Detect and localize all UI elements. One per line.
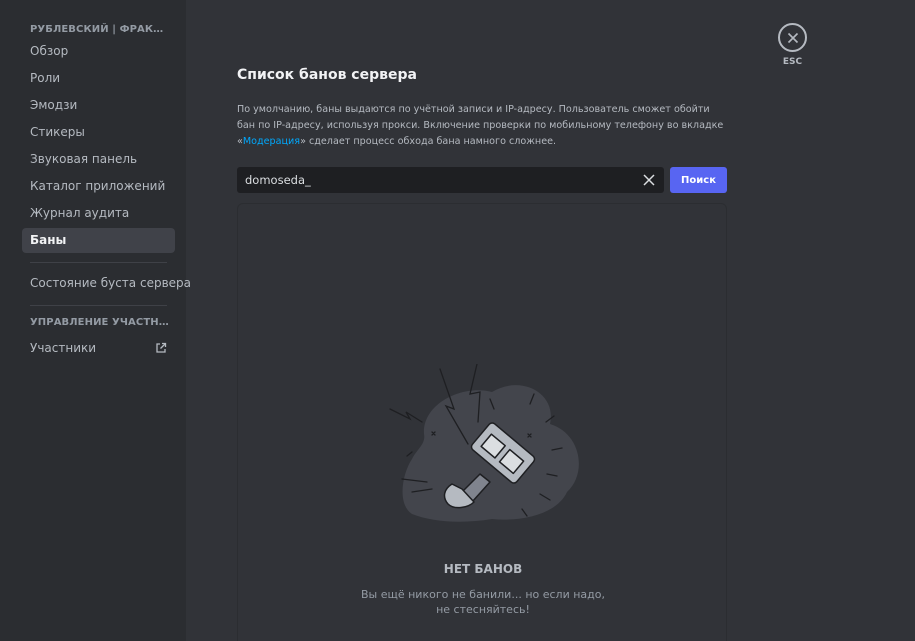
sidebar-list: Обзор Роли Эмодзи Стикеры Звуковая панел… bbox=[22, 39, 176, 253]
sidebar-divider bbox=[30, 305, 167, 306]
empty-state-text: Вы ещё никого не банили... но если надо,… bbox=[238, 587, 728, 617]
sidebar-item-soundboard[interactable]: Звуковая панель bbox=[22, 147, 175, 172]
sidebar-item-overview[interactable]: Обзор bbox=[22, 39, 175, 64]
sidebar-item-audit-log[interactable]: Журнал аудита bbox=[22, 201, 175, 226]
close-settings: ESC bbox=[778, 23, 807, 67]
empty-state-line-1: Вы ещё никого не банили... но если надо, bbox=[360, 588, 605, 601]
ban-search-bar bbox=[237, 167, 664, 193]
close-button[interactable] bbox=[778, 23, 807, 52]
sidebar-item-members[interactable]: Участники bbox=[22, 336, 175, 361]
empty-state-line-2: не стесняйтесь! bbox=[436, 603, 530, 616]
ban-list-panel: НЕТ БАНОВ Вы ещё никого не банили... но … bbox=[237, 203, 727, 641]
ban-hammer-illustration bbox=[389, 364, 579, 522]
empty-state-title: НЕТ БАНОВ bbox=[443, 562, 523, 576]
sidebar-item-app-directory[interactable]: Каталог приложений bbox=[22, 174, 175, 199]
search-button[interactable]: Поиск bbox=[670, 167, 727, 193]
page-description: По умолчанию, баны выдаются по учётной з… bbox=[237, 102, 727, 150]
settings-sidebar: РУБЛЕВСКИЙ | ФРАКЦИИ Обзор Роли Эмодзи С… bbox=[0, 0, 191, 641]
sidebar-item-emoji[interactable]: Эмодзи bbox=[22, 93, 175, 118]
external-link-icon bbox=[156, 342, 167, 353]
close-icon bbox=[787, 32, 798, 43]
server-name-header: РУБЛЕВСКИЙ | ФРАКЦИИ bbox=[30, 24, 172, 35]
description-text-end: » сделает процесс обхода бана намного сл… bbox=[300, 136, 557, 147]
sidebar-item-label: Участники bbox=[30, 341, 97, 355]
page-title: Список банов сервера bbox=[237, 67, 417, 83]
sidebar-item-bans[interactable]: Баны bbox=[22, 228, 175, 253]
esc-label: ESC bbox=[782, 57, 803, 67]
sidebar-item-roles[interactable]: Роли bbox=[22, 66, 175, 91]
members-section-header: УПРАВЛЕНИЕ УЧАСТНИКА... bbox=[30, 317, 172, 328]
ban-search-input[interactable] bbox=[237, 167, 627, 193]
close-icon[interactable] bbox=[642, 173, 656, 187]
sidebar-item-boost-status[interactable]: Состояние буста сервера bbox=[22, 271, 191, 296]
sidebar-item-stickers[interactable]: Стикеры bbox=[22, 120, 175, 145]
moderation-link[interactable]: Модерация bbox=[243, 136, 300, 147]
sidebar-divider bbox=[30, 262, 167, 263]
